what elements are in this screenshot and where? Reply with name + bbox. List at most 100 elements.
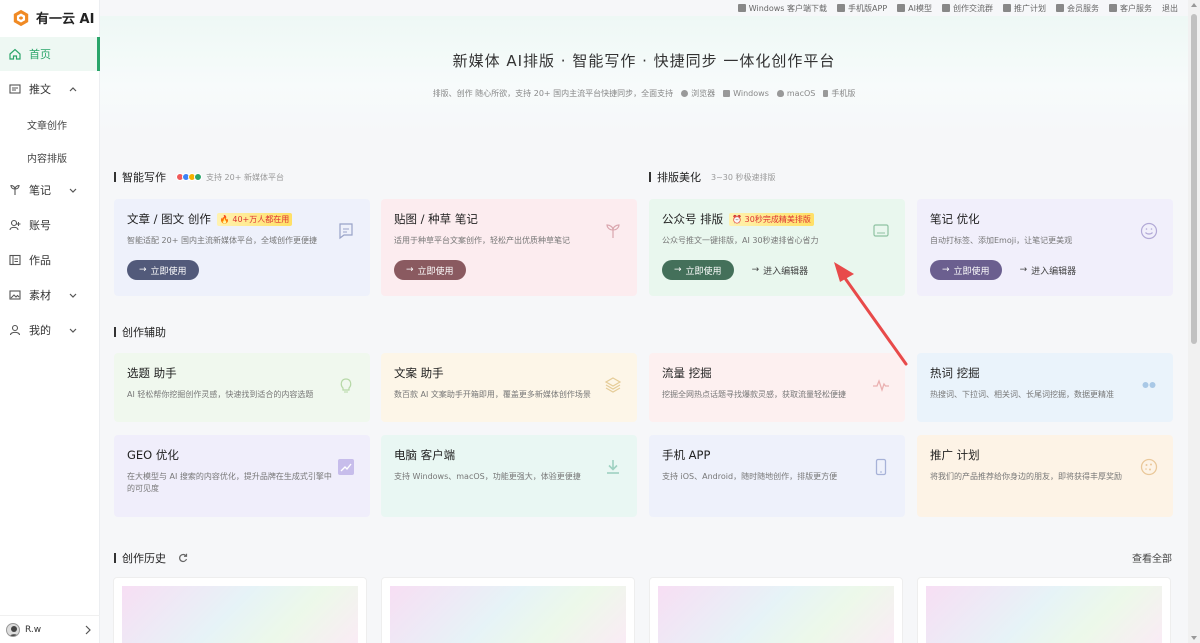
card-copy-assistant[interactable]: 文案 助手 数百款 AI 文案助手开箱即用，覆盖更多新媒体创作场景 (381, 353, 637, 422)
section-history-header: 创作历史 (114, 550, 188, 566)
top-link-mobile-app[interactable]: 手机版APP (837, 3, 887, 14)
scroll-down-icon[interactable] (1191, 636, 1197, 640)
history-item[interactable] (113, 577, 367, 643)
sidebar-item-works[interactable]: 作品 (0, 243, 100, 277)
card-desc: 在大模型与 AI 搜索的内容优化，提升品牌在生成式引擎中的可见度 (127, 472, 332, 493)
scroll-thumb[interactable] (1191, 14, 1197, 344)
top-links: Windows 客户端下载 手机版APP AI模型 创作交流群 推广计划 会员服… (100, 0, 1188, 16)
annotation-arrow-icon (834, 262, 908, 366)
card-desc: 适用于种草平台文案创作，轻松产出优质种草笔记 (394, 236, 570, 245)
layers-icon (604, 377, 622, 393)
sidebar-item-account[interactable]: 账号 (0, 208, 100, 242)
use-now-button[interactable]: → 立即使用 (930, 260, 1002, 280)
card-badge: 🔥 40+万人都在用 (216, 212, 293, 226)
card-title: 文章 / 图文 创作 (127, 212, 211, 226)
history-thumbnail (658, 586, 894, 643)
sidebar-item-materials[interactable]: 素材 (0, 278, 100, 312)
sidebar-item-mine[interactable]: 我的 (0, 313, 100, 347)
user-icon (9, 324, 21, 336)
card-topic-assistant[interactable]: 选题 助手 AI 轻松帮你挖掘创作灵感，快速找到适合的内容选题 (114, 353, 370, 422)
account-icon (9, 219, 21, 231)
top-link-community[interactable]: 创作交流群 (942, 3, 993, 14)
card-title: 文案 助手 (394, 366, 444, 380)
top-link-windows-download[interactable]: Windows 客户端下载 (737, 3, 827, 14)
history-item[interactable] (381, 577, 635, 643)
chat-icon (942, 4, 950, 12)
chevron-down-icon (69, 188, 77, 193)
sidebar-item-label: 推文 (29, 83, 51, 96)
platform-browser: 浏览器 (681, 88, 715, 99)
app-logo[interactable]: 有一云 AI (12, 8, 94, 27)
platform-macos: macOS (776, 89, 815, 98)
history-item[interactable] (649, 577, 903, 643)
sidebar-item-notes[interactable]: 笔记 (0, 173, 100, 207)
card-mobile-app[interactable]: 手机 APP 支持 iOS、Android，随时随地创作，排版更方便 (649, 435, 905, 517)
use-now-button[interactable]: → 立即使用 (127, 260, 199, 280)
card-desc: AI 轻松帮你挖掘创作灵感，快速找到适合的内容选题 (127, 390, 314, 399)
section-marker (114, 553, 116, 563)
use-now-button[interactable]: → 立即使用 (394, 260, 466, 280)
sidebar-item-label: 作品 (29, 254, 51, 267)
bulb-icon (340, 378, 352, 393)
image-icon (9, 289, 21, 301)
history-thumbnail (390, 586, 626, 643)
arrow-right-icon: → (674, 265, 682, 275)
card-hotword-mining[interactable]: 热词 挖掘 热搜词、下拉词、相关词、长尾词挖掘，数据更精准 (917, 353, 1173, 422)
sidebar-item-label: 笔记 (29, 184, 51, 197)
chevron-down-icon (69, 328, 77, 333)
browser-icon (681, 90, 689, 97)
top-link-ai-model[interactable]: AI模型 (897, 3, 932, 14)
card-note-optimize[interactable]: 笔记 优化 自动打标签、添加Emoji，让笔记更美观 → 立即使用 → 进入编辑器 (917, 199, 1173, 296)
card-title: 选题 助手 (127, 366, 177, 380)
promo-icon (1003, 4, 1011, 12)
card-title: 公众号 排版 (662, 212, 724, 226)
top-link-logout[interactable]: 退出 (1162, 3, 1178, 14)
cookie-icon (1140, 458, 1158, 476)
card-title: 热词 挖掘 (930, 366, 980, 380)
history-item[interactable] (917, 577, 1171, 643)
vip-icon (1056, 4, 1064, 12)
logo-text: 有一云 AI (36, 12, 95, 27)
sidebar-item-home[interactable]: 首页 (0, 37, 100, 71)
top-link-promotion[interactable]: 推广计划 (1003, 3, 1046, 14)
section-note: 支持 20+ 新媒体平台 (176, 172, 284, 183)
open-editor-link[interactable]: → 进入编辑器 (752, 264, 809, 277)
section-marker (114, 172, 116, 182)
section-writing-header: 智能写作 支持 20+ 新媒体平台 (114, 169, 284, 185)
arrow-right-icon: → (139, 265, 147, 275)
pulse-icon (873, 379, 889, 393)
platform-windows: Windows (723, 89, 769, 98)
view-all-link[interactable]: 查看全部 (1132, 550, 1172, 565)
card-article-creation[interactable]: 文章 / 图文 创作 🔥 40+万人都在用 智能适配 20+ 国内主流新媒体平台… (114, 199, 370, 296)
user-menu[interactable]: R.w (0, 615, 100, 643)
card-promotion-plan[interactable]: 推广 计划 将我们的产品推荐给你身边的朋友，即将获得丰厚奖励 (917, 435, 1173, 517)
open-editor-link[interactable]: → 进入编辑器 (1020, 264, 1077, 277)
card-desktop-client[interactable]: 电脑 客户端 支持 Windows、macOS，功能更强大，体验更便捷 (381, 435, 637, 517)
note-icon (9, 184, 21, 196)
chevron-up-icon (69, 87, 77, 92)
sidebar-subitem-layout[interactable]: 内容排版 (27, 150, 67, 165)
user-name: R.w (25, 624, 42, 635)
chevron-down-icon (69, 293, 77, 298)
card-title: 电脑 客户端 (394, 448, 456, 462)
card-desc: 挖掘全网热点话题寻找爆款灵感，获取流量轻松便捷 (662, 390, 846, 399)
card-geo-optimize[interactable]: GEO 优化 在大模型与 AI 搜索的内容优化，提升品牌在生成式引擎中的可见度 (114, 435, 370, 517)
chart-up-icon (338, 459, 354, 475)
card-desc: 热搜词、下拉词、相关词、长尾词挖掘，数据更精准 (930, 390, 1114, 399)
sidebar-item-tweets[interactable]: 推文 (0, 72, 100, 106)
refresh-icon[interactable] (178, 553, 188, 563)
sprout-icon (606, 224, 620, 238)
arrow-right-icon: → (751, 265, 760, 275)
hero-banner: 新媒体 AI排版 · 智能写作 · 快捷同步 一体化创作平台 排版、创作 随心所… (100, 16, 1188, 132)
layout-icon (873, 224, 889, 237)
vertical-scrollbar[interactable] (1188, 0, 1200, 643)
sidebar-subitem-article[interactable]: 文章创作 (27, 117, 67, 132)
card-desc: 支持 Windows、macOS，功能更强大，体验更便捷 (394, 472, 581, 481)
card-notes-creation[interactable]: 贴图 / 种草 笔记 适用于种草平台文案创作，轻松产出优质种草笔记 → 立即使用 (381, 199, 637, 296)
top-link-support[interactable]: 客户服务 (1109, 3, 1152, 14)
top-link-membership[interactable]: 会员服务 (1056, 3, 1099, 14)
card-desc: 支持 iOS、Android，随时随地创作，排版更方便 (662, 472, 838, 481)
support-icon (1109, 4, 1117, 12)
scroll-up-icon[interactable] (1191, 3, 1197, 7)
use-now-button[interactable]: → 立即使用 (662, 260, 734, 280)
